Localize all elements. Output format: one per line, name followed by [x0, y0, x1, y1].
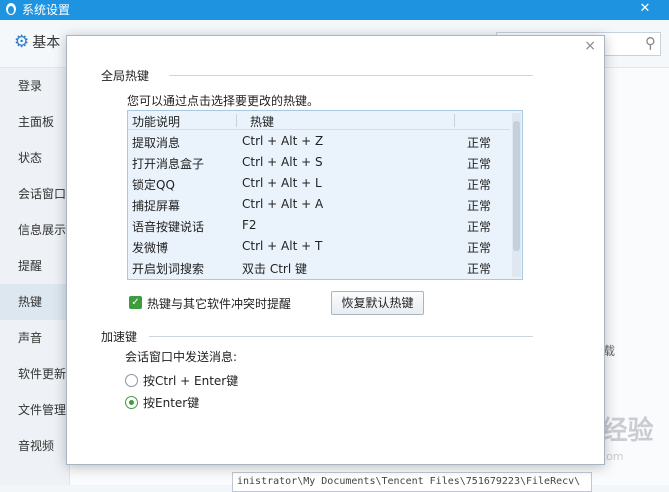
window-title: 系统设置 — [22, 3, 71, 17]
sidebar-item[interactable]: 声音 — [0, 320, 70, 356]
window-title-bar: 系统设置 ✕ — [0, 0, 669, 20]
conflict-alert-checkbox[interactable]: ✓ — [129, 296, 142, 309]
hotkey-value-cell: Ctrl + Alt + L — [242, 176, 322, 190]
hotkey-row[interactable]: 打开消息盒子 Ctrl + Alt + S 正常 — [128, 152, 510, 173]
receive-path-field[interactable]: inistrator\My Documents\Tencent Files\75… — [232, 472, 592, 492]
tab-basic-label: 基本 — [32, 35, 61, 51]
sidebar-item[interactable]: 登录 — [0, 68, 70, 104]
hotkey-row[interactable]: 发微博 Ctrl + Alt + T 正常 — [128, 236, 510, 257]
hotkey-description: 您可以通过点击选择要更改的热键。 — [127, 94, 320, 108]
hotkey-function-cell: 打开消息盒子 — [132, 157, 205, 171]
hotkey-row[interactable]: 提取消息 Ctrl + Alt + Z 正常 — [128, 131, 510, 152]
hotkey-row[interactable]: 开启划词搜索 双击 Ctrl 键 正常 — [128, 257, 510, 278]
send-message-description: 会话窗口中发送消息: — [125, 350, 238, 364]
hotkey-row[interactable]: 锁定QQ Ctrl + Alt + L 正常 — [128, 173, 510, 194]
hotkey-function-cell: 开启划词搜索 — [132, 262, 205, 276]
restore-default-hotkeys-button[interactable]: 恢复默认热键 — [331, 291, 424, 315]
table-scrollbar[interactable] — [512, 113, 521, 277]
hotkey-value-cell: Ctrl + Alt + Z — [242, 134, 324, 148]
hotkey-status-cell: 正常 — [467, 262, 492, 276]
header-separator — [236, 114, 237, 127]
sidebar-item[interactable]: 主面板 — [0, 104, 70, 140]
section-divider — [149, 336, 533, 337]
settings-sidebar: 登录 主面板 状态 会话窗口 信息展示 提醒 热键 声音 软件更新 文件管理 音视频 — [0, 68, 70, 485]
sidebar-item[interactable]: 提醒 — [0, 248, 70, 284]
enter-label[interactable]: 按Enter键 — [143, 394, 199, 411]
hotkey-status-cell: 正常 — [467, 136, 492, 150]
hotkey-settings-dialog: × 全局热键 您可以通过点击选择要更改的热键。 功能说明 热键 提取消息 Ctrl… — [66, 35, 605, 465]
hotkey-value-cell: 双击 Ctrl 键 — [242, 262, 307, 276]
hotkey-row[interactable]: 捕捉屏幕 Ctrl + Alt + A 正常 — [128, 194, 510, 215]
accelerator-keys-title: 加速键 — [101, 330, 138, 344]
scrollbar-thumb[interactable] — [513, 121, 520, 251]
header-hotkey: 热键 — [250, 115, 275, 129]
sidebar-item[interactable]: 会话窗口 — [0, 176, 70, 212]
enter-radio[interactable] — [125, 396, 138, 409]
sidebar-item[interactable]: 热键 — [0, 284, 70, 320]
sidebar-item[interactable]: 信息展示 — [0, 212, 70, 248]
sidebar-item[interactable]: 软件更新 — [0, 356, 70, 392]
hotkey-function-cell: 语音按键说话 — [132, 220, 205, 234]
hotkey-function-cell: 发微博 — [132, 241, 169, 255]
tab-basic[interactable]: ⚙ 基本 — [14, 32, 60, 56]
gear-icon: ⚙ — [14, 32, 30, 52]
ctrl-enter-radio[interactable] — [125, 374, 138, 387]
section-divider — [169, 75, 533, 76]
hotkey-status-cell: 正常 — [467, 220, 492, 234]
conflict-alert-label[interactable]: 热键与其它软件冲突时提醒 — [147, 295, 291, 312]
hotkey-function-cell: 锁定QQ — [132, 178, 175, 192]
hotkey-value-cell: Ctrl + Alt + A — [242, 197, 324, 211]
ctrl-enter-label[interactable]: 按Ctrl + Enter键 — [143, 372, 238, 389]
hotkey-value-cell: Ctrl + Alt + S — [242, 155, 323, 169]
sidebar-item[interactable]: 音视频 — [0, 428, 70, 464]
hotkey-table-header: 功能说明 热键 — [128, 111, 510, 130]
hotkey-value-cell: F2 — [242, 218, 257, 232]
hotkey-status-cell: 正常 — [467, 178, 492, 192]
sidebar-item[interactable]: 文件管理 — [0, 392, 70, 428]
sidebar-item[interactable]: 状态 — [0, 140, 70, 176]
hotkey-table: 功能说明 热键 提取消息 Ctrl + Alt + Z 正常 打开消息盒子 Ctrl +… — [127, 110, 523, 280]
hotkey-status-cell: 正常 — [467, 199, 492, 213]
global-hotkeys-title: 全局热键 — [101, 69, 150, 83]
header-function: 功能说明 — [132, 115, 181, 129]
hotkey-value-cell: Ctrl + Alt + T — [242, 239, 323, 253]
hotkey-function-cell: 提取消息 — [132, 136, 181, 150]
window-close-button[interactable]: ✕ — [631, 1, 659, 19]
header-separator — [454, 114, 455, 127]
hotkey-status-cell: 正常 — [467, 157, 492, 171]
search-icon[interactable]: ⚲ — [645, 34, 656, 52]
hotkey-function-cell: 捕捉屏幕 — [132, 199, 181, 213]
dialog-close-icon[interactable]: × — [584, 38, 596, 54]
hotkey-row[interactable]: 语音按键说话 F2 正常 — [128, 215, 510, 236]
hotkey-status-cell: 正常 — [467, 241, 492, 255]
qq-penguin-icon — [6, 3, 16, 15]
